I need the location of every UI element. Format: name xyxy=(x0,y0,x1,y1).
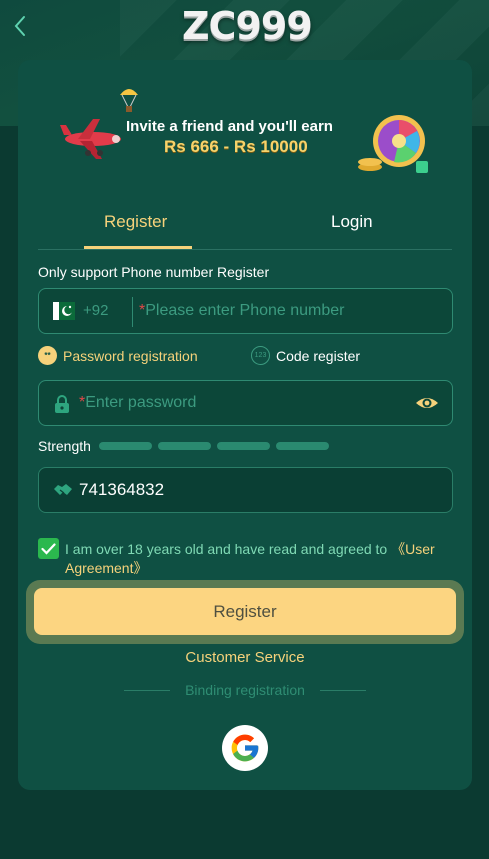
phone-field[interactable]: +92 *Please enter Phone number xyxy=(38,288,453,334)
chevron-left-icon xyxy=(14,16,25,36)
country-code[interactable]: +92 xyxy=(83,302,108,319)
brand-logo: ZC999 xyxy=(182,4,313,48)
auth-tabs: Register Login xyxy=(38,200,452,250)
code-register-option[interactable]: 123 Code register xyxy=(251,346,360,365)
phone-placeholder: Please enter Phone number xyxy=(145,302,345,319)
invite-code-input[interactable]: 741364832 xyxy=(79,480,164,500)
agreement-text: I am over 18 years old and have read and… xyxy=(65,540,458,578)
customer-service-link[interactable]: Customer Service xyxy=(18,649,472,666)
banner-amount: Rs 666 - Rs 10000 xyxy=(164,137,308,156)
code-mode-label: Code register xyxy=(276,347,361,364)
password-field[interactable]: *Enter password xyxy=(38,380,453,426)
phone-input[interactable]: *Please enter Phone number xyxy=(139,302,344,320)
handshake-icon xyxy=(54,484,72,495)
strength-segment xyxy=(276,442,329,450)
strength-segment xyxy=(158,442,211,450)
pakistan-flag-icon xyxy=(53,302,75,320)
register-button-frame: Register xyxy=(26,580,464,644)
active-tab-indicator xyxy=(84,246,192,249)
agreement-statement: I am over 18 years old and have read and… xyxy=(65,541,392,557)
password-mode-label: Password registration xyxy=(63,347,198,364)
password-placeholder: Enter password xyxy=(85,394,197,411)
back-button[interactable] xyxy=(8,12,32,40)
banner-headline: Invite a friend and you'll earn xyxy=(126,118,333,135)
parachute-icon xyxy=(120,89,138,112)
invite-banner[interactable]: Invite a friend and you'll earn Rs 666 -… xyxy=(58,85,432,195)
strength-label: Strength xyxy=(38,438,91,454)
support-note: Only support Phone number Register xyxy=(38,264,270,280)
register-button[interactable]: Register xyxy=(34,588,456,635)
field-divider xyxy=(132,297,133,327)
tab-login[interactable]: Login xyxy=(331,212,373,232)
divider-line xyxy=(320,690,366,691)
binding-label: Binding registration xyxy=(185,682,305,698)
eye-icon[interactable] xyxy=(415,393,439,413)
password-registration-option[interactable]: ** Password registration xyxy=(38,346,198,365)
google-login-button[interactable] xyxy=(222,725,268,771)
strength-segment xyxy=(99,442,152,450)
code-mode-icon: 123 xyxy=(251,346,270,365)
google-icon xyxy=(231,734,259,762)
password-mode-icon: ** xyxy=(38,346,57,365)
binding-registration-divider: Binding registration xyxy=(18,682,472,700)
airplane-icon xyxy=(60,119,121,159)
lock-icon xyxy=(55,395,69,413)
strength-segment xyxy=(217,442,270,450)
register-card: Invite a friend and you'll earn Rs 666 -… xyxy=(18,60,472,790)
checkmark-icon xyxy=(41,542,56,555)
invite-code-field[interactable]: 741364832 xyxy=(38,467,453,513)
prize-wheel-icon xyxy=(358,115,428,173)
tab-register[interactable]: Register xyxy=(104,212,167,232)
agreement-checkbox[interactable] xyxy=(38,538,59,559)
password-input[interactable]: *Enter password xyxy=(79,394,196,412)
